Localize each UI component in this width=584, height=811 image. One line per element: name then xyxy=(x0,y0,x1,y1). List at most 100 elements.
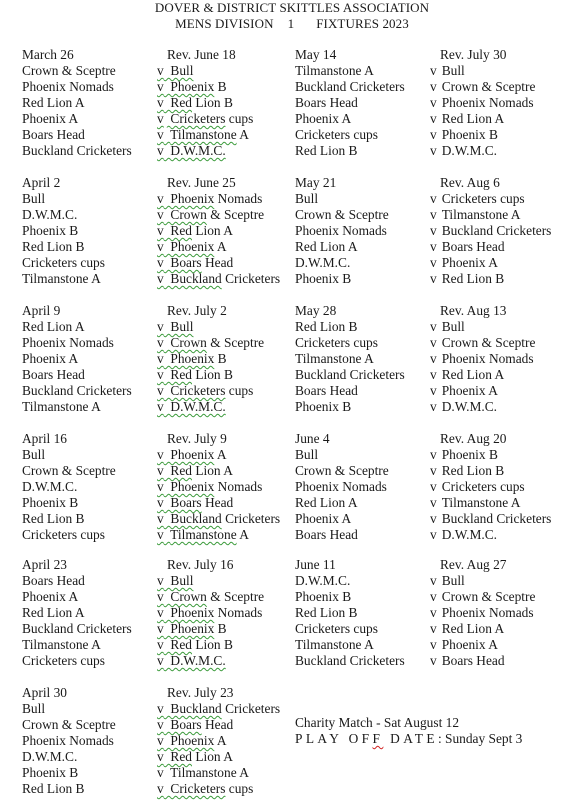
reverse-fixture-date: Rev. Aug 20 xyxy=(440,431,507,446)
fixture-row: Red Lion B v Bull xyxy=(295,319,575,335)
fixture-row: Tilmanstone A v Red Lion B xyxy=(22,637,302,653)
home-team: Tilmanstone A xyxy=(295,637,374,652)
fixture-date: April 30 xyxy=(22,685,68,700)
away-team-first-word: Red xyxy=(170,223,192,238)
grammar-flagged-text: v Phoenix xyxy=(157,479,214,494)
away-team: v Red Lion A xyxy=(157,749,233,765)
away-team: v Bull xyxy=(430,319,465,335)
away-team-first-word: Bull xyxy=(170,573,194,588)
versus-label: v xyxy=(157,637,164,652)
away-team-first-word: Crown xyxy=(170,207,207,222)
fixture-row: Red Lion A v Phoenix Nomads xyxy=(22,605,302,621)
home-team: Phoenix Nomads xyxy=(295,223,387,238)
away-team: v Crown & Sceptre xyxy=(430,335,535,351)
grammar-flagged-text: v Red xyxy=(157,463,192,478)
fixture-date-row: May 14 Rev. July 30 xyxy=(295,47,575,63)
grammar-flagged-text: v Phoenix xyxy=(157,351,214,366)
home-team: Bull xyxy=(22,447,46,462)
away-team: v Tilmanstone A xyxy=(430,207,520,223)
versus-label: v xyxy=(157,479,164,494)
home-team: Red Lion B xyxy=(295,605,358,620)
spelling-flagged-letter: F xyxy=(372,731,384,746)
away-team-first-word: D.W.M.C. xyxy=(170,653,226,668)
grammar-flagged-text: v Red xyxy=(157,223,192,238)
fixture-block: June 4 Rev. Aug 20 Bull v Phoenix B Crown & S… xyxy=(295,431,575,543)
away-team-first-word: Red xyxy=(170,463,192,478)
versus-label: v xyxy=(157,447,164,462)
fixture-row: Phoenix Nomads v Crown & Sceptre xyxy=(22,335,302,351)
away-team-rest: Cricketers xyxy=(221,271,281,286)
division-line: MENS DIVISION 1 FIXTURES 2023 xyxy=(0,16,584,32)
away-team-first-word: Buckland xyxy=(170,701,222,716)
fixture-row: Phoenix A v Cricketers cups xyxy=(22,111,302,127)
away-team-name: Red Lion B xyxy=(441,463,505,478)
fixture-row: Buckland Cricketers v Red Lion A xyxy=(295,367,575,383)
away-team-first-word: Crown xyxy=(170,335,207,350)
fixture-block: April 9 Rev. July 2 Red Lion Av Bull Phoeni… xyxy=(22,303,302,415)
grammar-flagged-text: v Bull xyxy=(157,573,193,588)
reverse-fixture-date: Rev. July 23 xyxy=(167,685,234,700)
away-team-first-word: Phoenix xyxy=(170,239,215,254)
grammar-flagged-text: v Buckland xyxy=(157,511,222,526)
away-team: v Phoenix B xyxy=(157,79,227,95)
versus-label: v xyxy=(157,573,164,588)
versus-label: v xyxy=(430,573,437,588)
versus-label: v xyxy=(430,511,437,526)
fixture-row: Red Lion A v Tilmanstone A xyxy=(295,495,575,511)
away-team-rest: A xyxy=(236,527,249,542)
grammar-flagged-text: v Cricketers xyxy=(157,111,225,126)
away-team: v Bull xyxy=(430,573,465,589)
away-team-rest: & Sceptre xyxy=(206,207,265,222)
away-team-first-word: Phoenix xyxy=(170,351,215,366)
versus-label: v xyxy=(430,463,437,478)
away-team-rest: Cricketers xyxy=(221,511,281,526)
away-team: v Phoenix Nomads xyxy=(430,351,534,367)
away-team: v Phoenix A xyxy=(430,383,498,399)
grammar-flagged-text: v Crown xyxy=(157,335,207,350)
fixture-row: Boars Head v Red Lion B xyxy=(22,367,302,383)
home-team: Cricketers cups xyxy=(295,335,378,350)
away-team: v D.W.M.C. xyxy=(430,143,497,159)
fixture-row: Boars Head v Tilmanstone A xyxy=(22,127,302,143)
grammar-flagged-text: v Boars xyxy=(157,255,202,270)
home-team: Tilmanstone A xyxy=(295,351,374,366)
fixture-row: Buckland Cricketers v Cricketers cups xyxy=(22,383,302,399)
home-team: Phoenix A xyxy=(22,589,79,604)
away-team: v Phoenix A xyxy=(157,239,227,255)
fixture-row: Phoenix A v Crown & Sceptre xyxy=(22,589,302,605)
fixtures-label: FIXTURES 2023 xyxy=(316,16,409,31)
playoff-label: PLAY OFF DATE xyxy=(295,731,438,746)
grammar-flagged-text: v Cricketers xyxy=(157,383,225,398)
grammar-flagged-text: v Boars xyxy=(157,717,202,732)
away-team-rest: B xyxy=(214,79,227,94)
versus-label: v xyxy=(157,653,164,668)
away-team-first-word: Cricketers xyxy=(170,781,226,796)
fixture-row: D.W.M.C. v Phoenix Nomads xyxy=(22,479,302,495)
home-team: Buckland Cricketers xyxy=(22,383,132,398)
home-team: Phoenix B xyxy=(22,765,79,780)
fixture-row: Phoenix B v Crown & Sceptre xyxy=(295,589,575,605)
versus-label: v xyxy=(157,589,164,604)
fixture-row: Phoenix B v Red Lion B xyxy=(295,271,575,287)
away-team-name: D.W.M.C. xyxy=(441,143,498,158)
fixture-block: April 2 Rev. June 25 Bull v Phoenix Nomads D… xyxy=(22,175,302,287)
away-team: v Red Lion A xyxy=(430,367,504,383)
away-team-first-word: Phoenix xyxy=(170,479,215,494)
away-team: v Boars Head xyxy=(430,653,505,669)
reverse-fixture-date: Rev. July 2 xyxy=(167,303,227,318)
away-team: v Boars Head xyxy=(157,495,233,511)
versus-label: v xyxy=(430,621,437,636)
fixture-date-row: May 28 Rev. Aug 13 xyxy=(295,303,575,319)
away-team: v Crown & Sceptre xyxy=(157,335,264,351)
fixture-row: D.W.M.C. v Crown & Sceptre xyxy=(22,207,302,223)
fixture-row: Crown & Sceptre v Bull xyxy=(22,63,302,79)
away-team-name: Bull xyxy=(441,319,465,334)
away-team-rest: Head xyxy=(201,255,234,270)
home-team: D.W.M.C. xyxy=(22,207,78,222)
away-team-rest: Nomads xyxy=(214,479,263,494)
division-label: MENS DIVISION xyxy=(175,16,274,31)
versus-label: v xyxy=(157,207,164,222)
versus-label: v xyxy=(430,399,437,414)
away-team: v Buckland Cricketers xyxy=(430,511,551,527)
home-team: Phoenix B xyxy=(22,495,79,510)
